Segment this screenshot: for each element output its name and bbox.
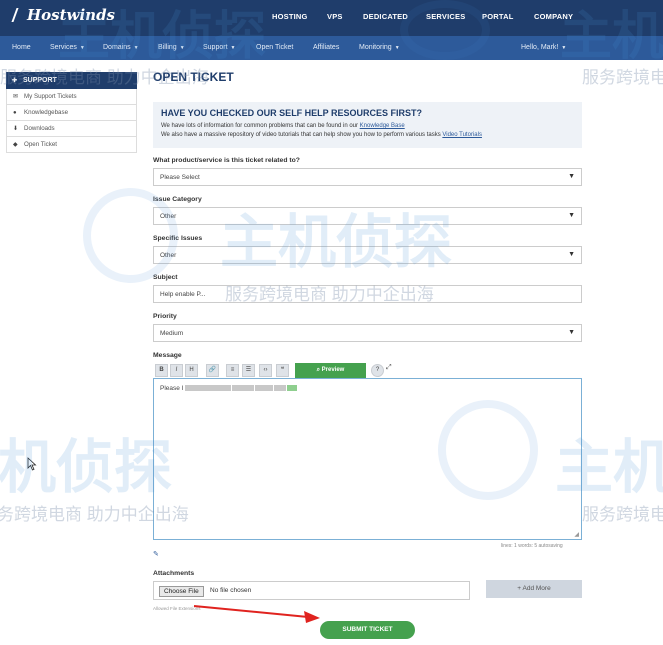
watermark-brand: 主机侦探	[0, 435, 173, 500]
download-icon: ⬇	[13, 126, 19, 132]
pencil-icon: ✎	[153, 551, 159, 558]
redacted-text	[184, 385, 231, 392]
resize-handle-icon[interactable]: ◢	[574, 531, 579, 538]
heading-button[interactable]: H	[185, 364, 198, 377]
sidebar-item-label: Open Ticket	[24, 141, 58, 148]
watermark-globe-icon	[438, 400, 538, 500]
sidebar-item-knowledgebase[interactable]: ● Knowledgebase	[6, 105, 137, 121]
add-more-button[interactable]: + Add More	[486, 580, 582, 598]
comment-icon: ◆	[13, 142, 18, 148]
link-icon[interactable]: 🔗	[206, 364, 219, 377]
caret-down-icon: ▼	[394, 45, 400, 51]
self-help-line-2: We also have a massive repository of vid…	[161, 131, 574, 140]
subnav-monitoring[interactable]: Monitoring ▼	[359, 44, 400, 51]
product-label: What product/service is this ticket rela…	[153, 157, 300, 164]
nav-vps[interactable]: VPS	[327, 12, 343, 21]
watermark-globe-icon	[400, 0, 490, 60]
priority-select[interactable]: Medium ▼	[153, 324, 582, 342]
redacted-text	[231, 385, 254, 392]
watermark-brand: 主机侦探	[560, 8, 663, 66]
unordered-list-icon[interactable]: ≡	[226, 364, 239, 377]
nav-hosting[interactable]: HOSTING	[272, 12, 308, 21]
help-icon[interactable]: ?	[371, 364, 384, 377]
annotation-arrow	[193, 605, 320, 623]
bold-button[interactable]: B	[155, 364, 168, 377]
dropdown-arrow-icon: ▼	[568, 251, 575, 258]
watermark-slogan: 服务跨境电商 助力中企出海	[225, 285, 434, 304]
user-greeting: Hello, Mark!	[521, 44, 559, 51]
priority-label: Priority	[153, 313, 177, 320]
redacted-text	[286, 385, 297, 392]
video-tutorials-link[interactable]: Video Tutorials	[442, 132, 482, 138]
subject-input-value: Help enable P...	[160, 291, 206, 298]
message-value: Please I	[160, 385, 184, 392]
quote-icon[interactable]: ❝	[276, 364, 289, 377]
preview-button[interactable]: ⌕ Preview	[295, 363, 366, 378]
watermark-brand: 主机侦探	[58, 8, 267, 66]
ticket-icon: ✉	[13, 94, 19, 100]
subnav-home-label: Home	[12, 44, 31, 51]
sidebar-item-downloads[interactable]: ⬇ Downloads	[6, 121, 137, 137]
subnav-affiliates-label: Affiliates	[313, 44, 340, 51]
attachments-label: Attachments	[153, 570, 195, 577]
watermark-globe-icon	[83, 188, 178, 283]
priority-select-value: Medium	[160, 330, 184, 337]
message-label: Message	[153, 352, 182, 359]
knowledge-base-link[interactable]: Knowledge Base	[360, 123, 405, 129]
sidebar-item-label: My Support Tickets	[24, 93, 77, 100]
subnav-home[interactable]: Home	[12, 44, 31, 51]
italic-button[interactable]: I	[170, 364, 183, 377]
sidebar-item-label: Knowledgebase	[24, 109, 69, 116]
sidebar-item-my-tickets[interactable]: ✉ My Support Tickets	[6, 89, 137, 105]
watermark-slogan: 服务跨境电商 助力中企出海	[582, 505, 663, 524]
editor-status: lines: 1 words: 5 autosaving	[501, 543, 563, 549]
dropdown-arrow-icon: ▼	[568, 173, 575, 180]
file-status: No file chosen	[210, 587, 252, 594]
code-icon[interactable]: ‹›	[259, 364, 272, 377]
watermark-slogan: 服务跨境电商 助力中企出海	[0, 505, 189, 524]
message-text: Please I	[160, 385, 297, 392]
self-help-title: HAVE YOU CHECKED OUR SELF HELP RESOURCES…	[161, 108, 423, 118]
logo-mark-icon	[11, 8, 27, 22]
dropdown-arrow-icon: ▼	[568, 329, 575, 336]
watermark-slogan: 服务跨境电商 助力中企出海	[0, 68, 209, 87]
watermark-slogan: 服务跨境电商 助力中企出海	[582, 68, 663, 87]
submit-ticket-button[interactable]: SUBMIT TICKET	[320, 621, 415, 639]
redacted-text	[273, 385, 286, 392]
choose-file-button[interactable]: Choose File	[159, 586, 204, 597]
subnav-affiliates[interactable]: Affiliates	[313, 44, 339, 51]
self-help-text-2: We also have a massive repository of vid…	[161, 132, 443, 138]
sidebar-item-label: Downloads	[24, 125, 55, 132]
self-help-text-1: We have lots of information for common p…	[161, 123, 360, 129]
fullscreen-icon[interactable]: ⤢	[386, 364, 392, 372]
redacted-text	[254, 385, 273, 392]
watermark-brand: 主机侦探	[555, 435, 663, 500]
annotation-arrow-head	[304, 611, 320, 623]
info-icon: ●	[13, 110, 17, 116]
ordered-list-icon[interactable]: ☰	[242, 364, 255, 377]
annotation-arrow-shaft	[193, 605, 309, 618]
self-help-line-1: We have lots of information for common p…	[161, 122, 574, 131]
subnav-monitoring-label: Monitoring	[359, 44, 392, 51]
self-help-box: HAVE YOU CHECKED OUR SELF HELP RESOURCES…	[153, 102, 582, 148]
sidebar-item-open-ticket[interactable]: ◆ Open Ticket	[6, 137, 137, 153]
product-select-value: Please Select	[160, 174, 200, 181]
product-select[interactable]: Please Select ▼	[153, 168, 582, 186]
dropdown-arrow-icon: ▼	[568, 212, 575, 219]
preview-label: Preview	[321, 367, 345, 373]
watermark-brand: 主机侦探	[220, 210, 453, 275]
